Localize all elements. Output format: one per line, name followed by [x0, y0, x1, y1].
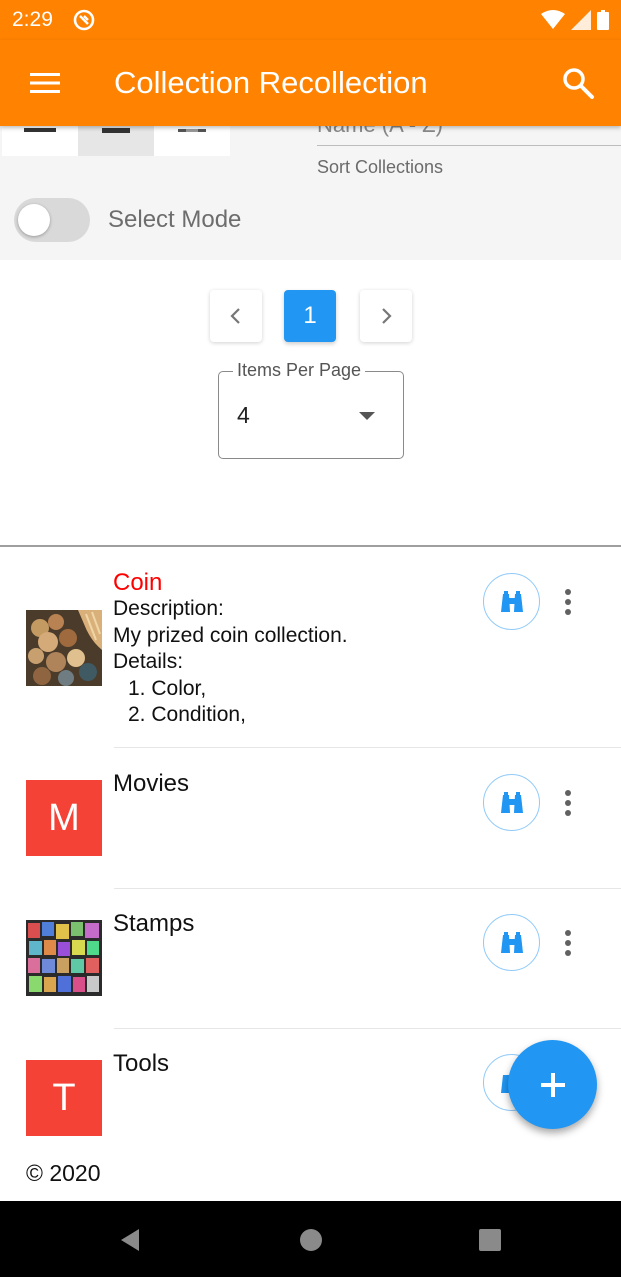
wifi-icon: [541, 10, 565, 29]
system-nav-bar: [0, 1201, 621, 1277]
list-item[interactable]: Coin Description: My prized coin collect…: [0, 547, 621, 748]
detail-view-icon: [102, 128, 130, 133]
copyright-text: © 2020: [26, 1160, 101, 1186]
description-label: Description:: [113, 597, 224, 620]
collection-title[interactable]: Movies: [113, 770, 189, 798]
home-nav-icon[interactable]: [298, 1227, 324, 1253]
chevron-left-icon: [230, 308, 240, 324]
app-title: Collection Recollection: [114, 65, 428, 100]
next-page-button[interactable]: [360, 290, 412, 342]
avatar-letter: T: [52, 1076, 76, 1119]
items-per-page-label: Items Per Page: [233, 360, 366, 381]
binoculars-icon: [500, 590, 523, 612]
more-vert-icon: [565, 589, 571, 615]
grid-view-icon: [178, 129, 206, 132]
app-bar: Collection Recollection: [0, 40, 621, 126]
chevron-right-icon: [382, 308, 392, 324]
page-1-button[interactable]: 1: [284, 290, 336, 342]
items-per-page-value: 4: [237, 402, 250, 428]
toggle-thumb: [18, 204, 50, 236]
coin-thumbnail: [26, 610, 102, 686]
search-icon[interactable]: [559, 64, 597, 102]
list-view-icon: [24, 128, 56, 132]
status-bar: 2:29: [0, 0, 621, 40]
view-list-button[interactable]: [2, 126, 78, 156]
view-collection-button[interactable]: [483, 573, 540, 630]
back-nav-icon[interactable]: [117, 1227, 143, 1253]
binoculars-icon: [500, 791, 523, 813]
items-per-page-select[interactable]: Items Per Page 4: [218, 360, 404, 459]
details-label: Details:: [113, 650, 184, 673]
avatar: M: [26, 780, 102, 856]
more-vert-icon: [565, 930, 571, 956]
sort-select[interactable]: Name (A - Z): [317, 126, 621, 146]
view-collection-button[interactable]: [483, 774, 540, 831]
dropdown-arrow-icon: [359, 412, 375, 420]
collection-toolbar: Name (A - Z) Sort Collections Select Mod…: [0, 126, 621, 260]
more-options-button[interactable]: [556, 785, 580, 821]
more-options-button[interactable]: [556, 925, 580, 961]
collection-title[interactable]: Coin: [113, 569, 162, 597]
list-item[interactable]: Stamps: [0, 888, 621, 1029]
view-collection-button[interactable]: [483, 914, 540, 971]
menu-icon[interactable]: [26, 64, 64, 102]
avatar-letter: M: [48, 796, 80, 839]
pagination-area: 1 Items Per Page 4: [0, 260, 621, 546]
stamps-thumbnail: [26, 920, 102, 996]
current-page-number: 1: [303, 302, 317, 329]
status-time: 2:29: [12, 8, 53, 31]
recents-nav-icon[interactable]: [477, 1227, 503, 1253]
collection-title[interactable]: Stamps: [113, 910, 194, 938]
sort-label: Sort Collections: [317, 157, 444, 177]
select-mode-toggle[interactable]: [12, 198, 90, 242]
list-item[interactable]: M Movies: [0, 748, 621, 889]
description-text: My prized coin collection.: [113, 623, 348, 647]
plus-icon: [540, 1072, 565, 1097]
cell-signal-icon: [571, 10, 591, 30]
view-detail-button[interactable]: [78, 126, 154, 156]
select-mode-label: Select Mode: [108, 206, 242, 233]
collection-title[interactable]: Tools: [113, 1050, 169, 1078]
status-icons: [541, 8, 609, 32]
battery-icon: [597, 10, 609, 30]
app-notification-icon: [73, 9, 95, 31]
detail-line: 2. Condition,: [128, 703, 246, 726]
more-vert-icon: [565, 790, 571, 816]
view-grid-button[interactable]: [154, 126, 230, 156]
prev-page-button[interactable]: [210, 290, 262, 342]
more-options-button[interactable]: [556, 584, 580, 620]
add-collection-button[interactable]: [508, 1040, 597, 1129]
avatar: T: [26, 1060, 102, 1136]
binoculars-icon: [500, 931, 523, 953]
sort-select-value: Name (A - Z): [317, 126, 443, 137]
detail-line: 1. Color,: [128, 676, 207, 700]
